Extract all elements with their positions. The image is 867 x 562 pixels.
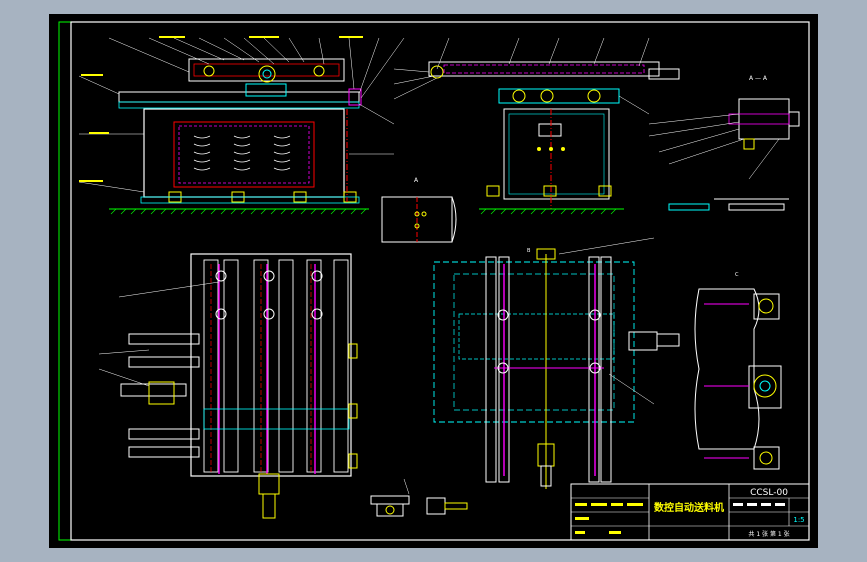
section-a-detail: A [381, 177, 457, 243]
drawing-scale: 1:5 [793, 516, 804, 524]
front-view [109, 58, 369, 215]
cad-viewport[interactable]: A A — A 数控自动送料机 CCSL-00 1:5 共 1 张 第 1 张 … [49, 14, 818, 548]
top-view [120, 253, 358, 519]
right-view-label: C [735, 272, 739, 278]
sheet-outer-border [58, 21, 810, 541]
drawing-number: CCSL-00 [750, 488, 788, 498]
drawing-canvas: A A — A 数控自动送料机 CCSL-00 1:5 共 1 张 第 1 张 … [58, 21, 810, 541]
sheet-info: 共 1 张 第 1 张 [748, 530, 789, 538]
plan-view-label: B [527, 248, 531, 254]
plan-view-leaders [558, 237, 655, 405]
small-bracket-details [370, 495, 468, 517]
plan-view [433, 248, 680, 489]
drawing-frame [70, 21, 810, 541]
drawing-title: 数控自动送料机 [654, 501, 724, 514]
section-a-label: A [414, 177, 419, 184]
detail-a-a-label: A — A [749, 75, 768, 82]
side-view [428, 61, 680, 215]
right-section-view [694, 288, 782, 470]
